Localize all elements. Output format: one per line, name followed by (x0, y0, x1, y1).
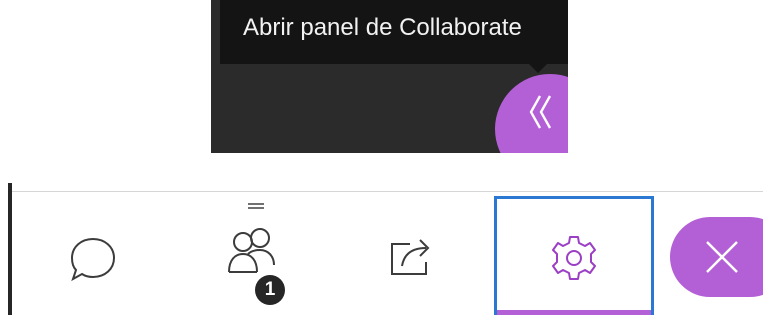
chat-button[interactable] (58, 193, 178, 315)
settings-button[interactable] (494, 196, 654, 315)
attendees-button[interactable]: 1 (198, 193, 318, 315)
screenshot-frame: Abrir panel de Collaborate 1 (0, 0, 763, 315)
tooltip-text: Abrir panel de Collaborate (243, 14, 522, 41)
toolbar-left-edge (8, 183, 12, 315)
double-chevron-left-icon (529, 95, 552, 129)
chat-bubble-icon (70, 237, 116, 282)
tooltip-arrow (529, 64, 547, 73)
attendee-count-badge: 1 (255, 275, 285, 305)
share-content-icon (391, 239, 430, 275)
close-panel-button[interactable] (670, 217, 763, 297)
attendees-icon (228, 228, 275, 273)
close-icon (706, 241, 738, 273)
share-content-button[interactable] (338, 193, 458, 315)
toolbar-top-divider (12, 191, 763, 192)
tooltip: Abrir panel de Collaborate (220, 0, 568, 64)
collaborate-toolbar: 1 (8, 179, 763, 315)
gear-icon (552, 236, 596, 280)
collaborate-panel-preview: Abrir panel de Collaborate (211, 0, 568, 153)
settings-active-indicator (497, 310, 651, 315)
open-collaborate-panel-button[interactable] (495, 74, 568, 153)
